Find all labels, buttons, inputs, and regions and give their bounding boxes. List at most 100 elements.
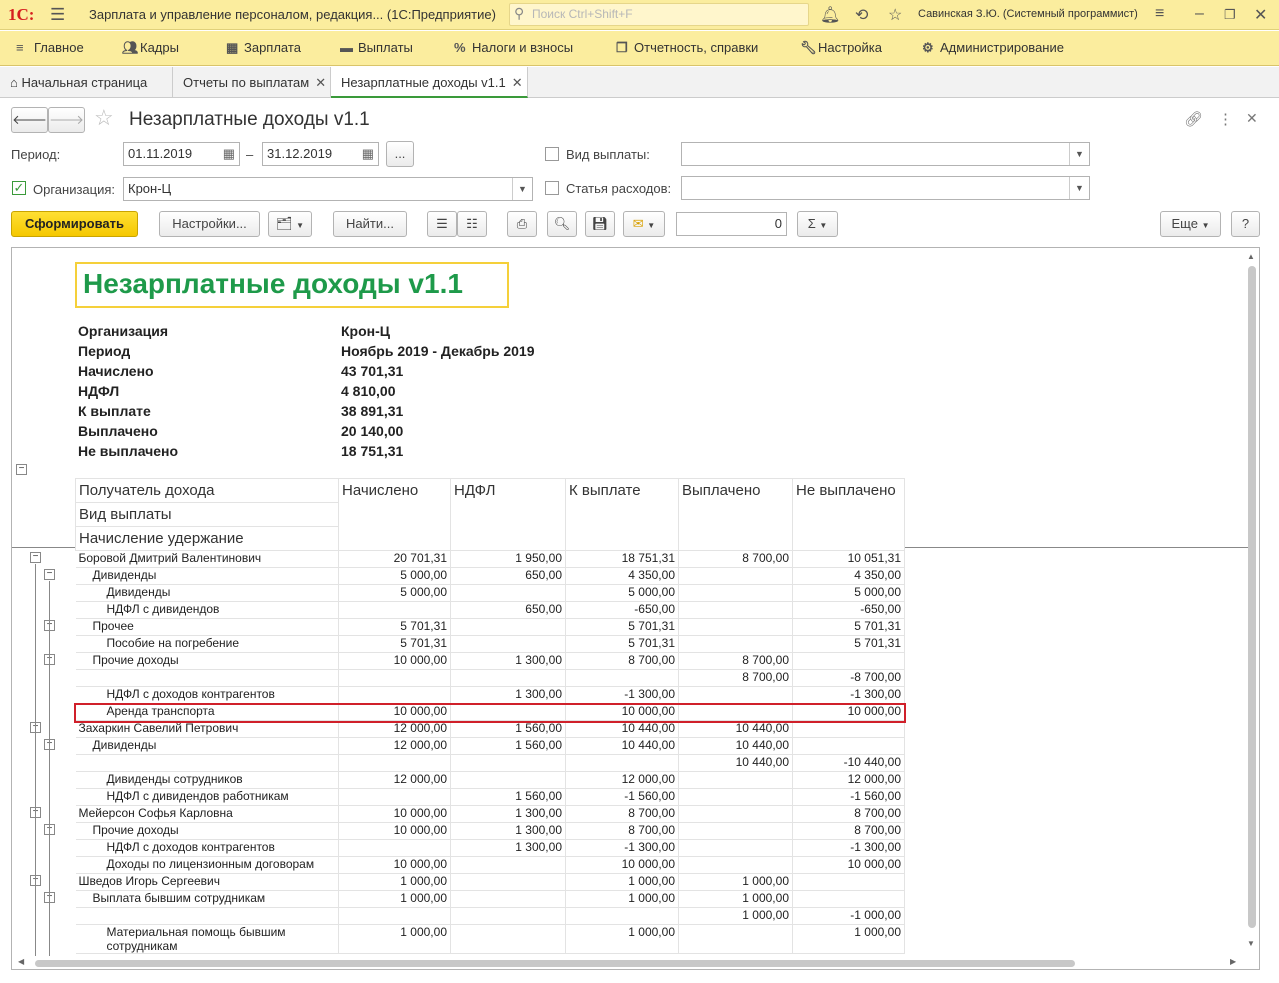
calendar-icon[interactable]: ▦ <box>223 143 235 165</box>
table-row[interactable]: Мейерсон Софья Карловна 10 000,00 1 300,00… <box>75 805 905 823</box>
expand-groups-icon[interactable]: ☰ <box>427 211 457 237</box>
table-row[interactable]: Дивиденды сотрудников 12 000,00 12 000,00 1… <box>75 771 905 789</box>
collapse-groups-icon[interactable]: ☷ <box>457 211 487 237</box>
section-salary[interactable]: ▦ Зарплата <box>226 40 301 56</box>
table-row[interactable]: Шведов Игорь Сергеевич 1 000,00 1 000,00 1 … <box>75 873 905 891</box>
period-select-button[interactable]: ... <box>386 141 414 167</box>
table-row[interactable]: Материальная помощь бывшим сотрудникам 1 … <box>75 924 905 954</box>
variants-button[interactable]: 🗂︎ ▼ <box>268 211 312 237</box>
settings-menu-icon[interactable]: ≡ <box>1155 5 1164 23</box>
more-button[interactable]: Еще ▼ <box>1160 211 1221 237</box>
pay-type-field[interactable]: ▼ <box>681 142 1090 166</box>
tab-home[interactable]: ⌂ Начальная страница <box>0 67 173 98</box>
table-row[interactable]: Прочие доходы 10 000,00 1 300,00 8 700,00 8 … <box>75 652 905 670</box>
current-user[interactable]: Савинская З.Ю. (Системный программист) <box>918 8 1138 20</box>
table-row[interactable]: 8 700,00 -8 700,00 <box>75 669 905 687</box>
table-row[interactable]: Прочие доходы 10 000,00 1 300,00 8 700,00 8 … <box>75 822 905 840</box>
tab-payment-reports[interactable]: Отчеты по выплатам ✕ <box>173 67 331 98</box>
table-row[interactable]: 1 000,00 -1 000,00 <box>75 907 905 925</box>
header-value: Крон-Ц <box>341 323 390 339</box>
link-icon[interactable]: 🔗︎ <box>1184 110 1203 128</box>
restore-icon[interactable]: ❐ <box>1224 7 1236 23</box>
history-icon[interactable]: ⟲ <box>855 5 868 25</box>
section-taxes[interactable]: % Налоги и взносы <box>454 40 573 55</box>
cell-unpaid: 12 000,00 <box>792 771 905 789</box>
table-row[interactable]: 10 440,00 -10 440,00 <box>75 754 905 772</box>
more-actions-icon[interactable]: ⋮ <box>1218 110 1233 128</box>
table-row[interactable]: Захаркин Савелий Петрович 12 000,00 1 560,… <box>75 720 905 738</box>
cell-accrued <box>338 788 451 806</box>
find-button[interactable]: Найти... <box>333 211 407 237</box>
expense-field[interactable]: ▼ <box>681 176 1090 200</box>
search-input[interactable]: ⚲ Поиск Ctrl+Shift+F <box>509 3 809 26</box>
table-row[interactable]: Пособие на погребение 5 701,31 5 701,31 5 7… <box>75 635 905 653</box>
scroll-down-icon[interactable]: ▼ <box>1247 939 1255 948</box>
save-icon[interactable]: 💾︎ <box>585 211 615 237</box>
table-row[interactable]: НДФЛ с доходов контрагентов 1 300,00 -1 30… <box>75 686 905 704</box>
cell-ndfl: 1 950,00 <box>450 550 566 568</box>
header-key: Организация <box>78 323 169 339</box>
organization-field[interactable]: Крон-Ц ▼ <box>123 177 533 201</box>
section-payments[interactable]: ▬ Выплаты <box>340 40 413 55</box>
table-row[interactable]: Выплата бывшим сотрудникам 1 000,00 1 000,… <box>75 890 905 908</box>
row-label: НДФЛ с дивидендов <box>75 601 339 619</box>
print-icon[interactable]: ⎙ <box>507 211 537 237</box>
folder-icon: 🗂︎ <box>275 216 293 231</box>
forward-button[interactable]: 🡒 <box>48 107 85 133</box>
section-reports[interactable]: ❐ Отчетность, справки <box>616 40 758 56</box>
main-menu-icon[interactable]: ☰ <box>50 5 65 25</box>
sum-type-button[interactable]: Σ ▼ <box>797 211 838 237</box>
collapse-group-icon[interactable]: − <box>44 569 55 580</box>
vertical-scrollbar[interactable] <box>1248 266 1256 928</box>
minimize-icon[interactable]: – <box>1195 5 1204 23</box>
calendar-icon[interactable]: ▦ <box>362 143 374 165</box>
table-row[interactable]: Дивиденды 5 000,00 650,00 4 350,00 4 350,00 <box>75 567 905 585</box>
section-admin[interactable]: ⚙ Администрирование <box>922 40 1064 56</box>
help-button[interactable]: ? <box>1231 211 1260 237</box>
close-icon[interactable]: ✕ <box>1254 5 1267 25</box>
preview-icon[interactable]: 🔍︎ <box>547 211 577 237</box>
pay-type-checkbox[interactable] <box>545 147 559 161</box>
table-row[interactable]: НДФЛ с дивидендов 650,00 -650,00 -650,00 <box>75 601 905 619</box>
settings-button[interactable]: Настройки... <box>159 211 260 237</box>
horizontal-scrollbar[interactable] <box>35 960 1075 967</box>
organization-checkbox[interactable]: ✓ <box>12 181 26 195</box>
table-row[interactable]: Дивиденды 5 000,00 5 000,00 5 000,00 <box>75 584 905 602</box>
expense-checkbox[interactable] <box>545 181 559 195</box>
close-tab-icon[interactable]: ✕ <box>512 75 523 90</box>
favorite-star-icon[interactable]: ☆ <box>94 105 114 131</box>
tab-non-salary-income[interactable]: Незарплатные доходы v1.1 ✕ <box>331 67 528 98</box>
table-row[interactable]: Доходы по лицензионным договорам 10 000,0… <box>75 856 905 874</box>
star-icon[interactable]: ☆ <box>888 5 902 25</box>
back-button[interactable]: 🡐 <box>11 107 48 133</box>
cell-ndfl <box>450 669 566 687</box>
dropdown-icon[interactable]: ▼ <box>1069 177 1089 199</box>
table-row[interactable]: НДФЛ с доходов контрагентов 1 300,00 -1 30… <box>75 839 905 857</box>
table-row[interactable]: Боровой Дмитрий Валентинович 20 701,31 1 9… <box>75 550 905 568</box>
collapse-group-icon[interactable]: − <box>30 552 41 563</box>
table-row[interactable]: НДФЛ с дивидендов работникам 1 560,00 -1 5… <box>75 788 905 806</box>
email-icon[interactable]: ✉ ▼ <box>623 211 665 237</box>
table-row[interactable]: Прочее 5 701,31 5 701,31 5 701,31 <box>75 618 905 636</box>
generate-button[interactable]: Сформировать <box>11 211 138 237</box>
section-hr[interactable]: 👥︎Кадры <box>122 40 179 56</box>
sum-field[interactable]: 0 <box>676 212 787 236</box>
cell-paid <box>678 618 793 636</box>
collapse-all-icon[interactable]: − <box>16 464 27 475</box>
section-main[interactable]: ≡ Главное <box>16 40 84 55</box>
dropdown-icon[interactable]: ▼ <box>1069 143 1089 165</box>
close-tab-icon[interactable]: ✕ <box>315 75 326 90</box>
scroll-up-icon[interactable]: ▲ <box>1247 252 1255 261</box>
table-row[interactable]: Дивиденды 12 000,00 1 560,00 10 440,00 10 44… <box>75 737 905 755</box>
date-from-field[interactable]: 01.11.2019 ▦ <box>123 142 240 166</box>
section-settings[interactable]: 🔧︎Настройка <box>800 40 882 56</box>
dropdown-icon[interactable]: ▼ <box>512 178 532 200</box>
scroll-right-icon[interactable]: ▶ <box>1230 957 1236 966</box>
scroll-left-icon[interactable]: ◀ <box>18 957 24 966</box>
date-to-field[interactable]: 31.12.2019 ▦ <box>262 142 379 166</box>
row-label: Доходы по лицензионным договорам <box>75 856 339 874</box>
bell-icon[interactable]: 🔔︎ <box>820 5 840 25</box>
close-form-icon[interactable]: ✕ <box>1246 110 1258 127</box>
report-spreadsheet[interactable]: Незарплатные доходы v1.1 Организация Крон… <box>11 247 1260 970</box>
row-label: НДФЛ с дивидендов работникам <box>75 788 339 806</box>
